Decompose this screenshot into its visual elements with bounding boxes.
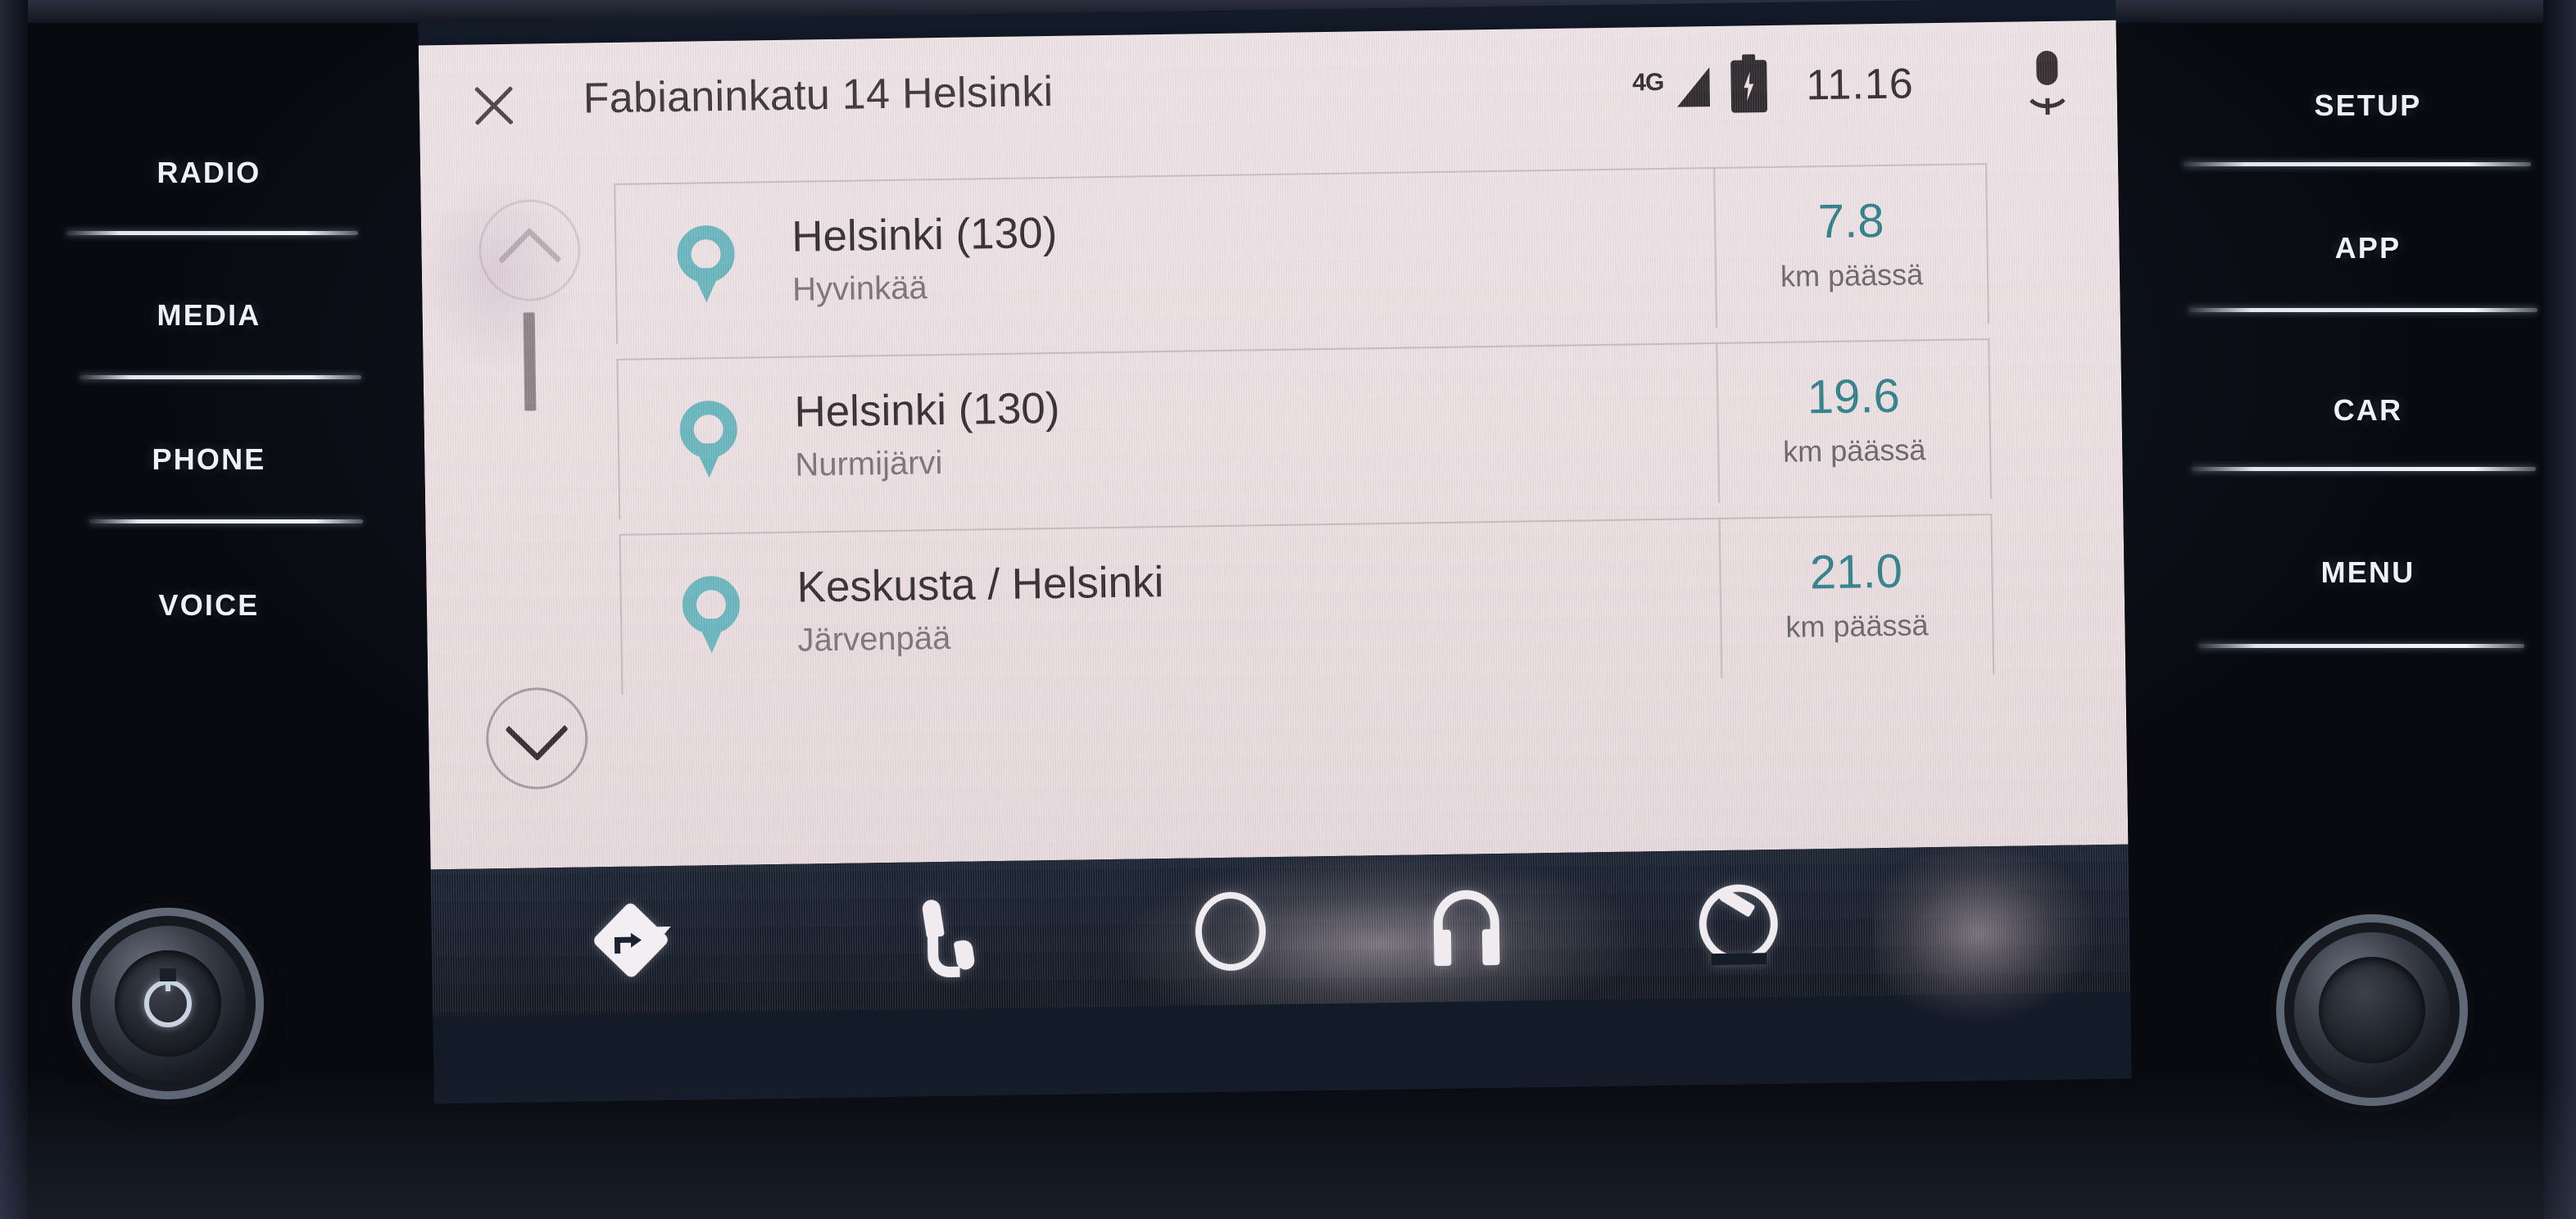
headphones-icon[interactable]	[1404, 879, 1529, 976]
home-circle-glyph	[1195, 891, 1267, 972]
hardkey-car[interactable]: CAR	[2184, 393, 2552, 428]
results-list: Helsinki (130) Hyvinkää 7.8 km päässä He…	[614, 163, 1997, 867]
map-pin-tip	[690, 267, 723, 303]
table-row[interactable]: Keskusta / Helsinki Järvenpää 21.0 km pä…	[619, 514, 1995, 695]
result-distance-value: 7.8	[1817, 193, 1884, 249]
result-distance-unit: km päässä	[1782, 433, 1926, 469]
power-icon	[144, 968, 192, 1027]
infotainment-screen: Fabianinkatu 14 Helsinki 4G 11.16 Helsin…	[418, 0, 2132, 1104]
charging-bolt-icon	[1740, 71, 1757, 101]
result-locality: Hyvinkää	[791, 269, 928, 308]
hardkey-separator	[2198, 644, 2524, 648]
hardkey-separator	[2188, 308, 2537, 312]
destination-results-panel: Fabianinkatu 14 Helsinki 4G 11.16 Helsin…	[418, 20, 2129, 870]
hardkey-voice[interactable]: VOICE	[37, 588, 381, 623]
microphone-icon[interactable]	[2022, 50, 2073, 115]
clock-label: 11.16	[1805, 60, 1915, 110]
bezel-bottom-glow	[0, 1072, 2576, 1219]
knob-inner	[115, 950, 221, 1057]
turn-arrow-glyph	[615, 931, 642, 953]
map-pin-icon	[682, 575, 741, 654]
gauge-glyph	[1698, 883, 1779, 966]
row-text-block: Helsinki (130) Hyvinkää	[791, 202, 1716, 308]
panel-title: Fabianinkatu 14 Helsinki	[583, 67, 1054, 123]
panel-header: Fabianinkatu 14 Helsinki 4G 11.16	[419, 20, 2118, 170]
chevron-up-icon[interactable]	[478, 198, 582, 302]
hardkey-separator	[89, 519, 363, 523]
chevron-down-icon[interactable]	[485, 687, 589, 791]
scroll-rail	[466, 180, 607, 868]
result-distance-cell: 7.8 km päässä	[1713, 165, 1988, 328]
knob-inner	[2319, 957, 2425, 1063]
microphone-stem	[2045, 97, 2050, 115]
chevron-down-icon[interactable]	[644, 926, 671, 942]
navigation-diamond-icon[interactable]	[569, 892, 693, 989]
close-icon[interactable]	[468, 80, 519, 132]
headphones-glyph	[1426, 889, 1506, 967]
result-name: Helsinki (130)	[794, 384, 1060, 437]
result-distance-unit: km päässä	[1780, 257, 1924, 293]
signal-triangle-icon	[1676, 67, 1710, 107]
result-distance-cell: 19.6 km päässä	[1716, 340, 1991, 503]
gauge-icon[interactable]	[1676, 876, 1801, 972]
headphone-cup-right	[1481, 928, 1500, 966]
turn-arrow-head	[630, 932, 642, 948]
result-locality: Järvenpää	[797, 619, 951, 659]
result-locality: Nurmijärvi	[795, 444, 943, 483]
hardkey-setup[interactable]: SETUP	[2184, 88, 2552, 123]
car-dashboard: RADIO MEDIA PHONE VOICE SETUP APP CAR ME…	[0, 0, 2576, 1219]
network-type-label: 4G	[1632, 68, 1664, 97]
hardkey-radio[interactable]: RADIO	[37, 156, 381, 190]
hardkey-app[interactable]: APP	[2184, 231, 2552, 265]
chevron-down-glyph	[505, 697, 569, 762]
hardkey-separator	[2184, 162, 2531, 166]
hardkey-separator	[79, 375, 361, 379]
gauge-gap	[1711, 953, 1767, 966]
map-pin-icon	[677, 224, 736, 303]
hardkey-menu[interactable]: MENU	[2184, 555, 2552, 590]
table-row[interactable]: Helsinki (130) Nurmijärvi 19.6 km päässä	[616, 338, 1993, 519]
phone-handset-icon[interactable]	[890, 887, 1014, 984]
chevron-up-glyph	[497, 227, 562, 292]
result-name: Helsinki (130)	[791, 209, 1058, 262]
bottom-nav-bar	[430, 844, 2131, 1017]
table-row[interactable]: Helsinki (130) Hyvinkää 7.8 km päässä	[614, 163, 1989, 344]
hardkey-phone[interactable]: PHONE	[37, 442, 381, 477]
hardkey-media[interactable]: MEDIA	[37, 298, 381, 333]
row-text-block: Keskusta / Helsinki Järvenpää	[796, 552, 1721, 659]
result-name: Keskusta / Helsinki	[796, 558, 1164, 613]
map-pin-tip	[696, 618, 728, 654]
right-hardkey-column: SETUP APP CAR MENU	[2184, 0, 2552, 885]
hardkey-separator	[66, 231, 358, 235]
map-pin-tip	[692, 442, 725, 478]
phone-handset-glyph	[918, 897, 985, 978]
result-distance-value: 19.6	[1807, 369, 1901, 424]
row-text-block: Helsinki (130) Nurmijärvi	[794, 377, 1718, 483]
hardkey-separator	[2192, 467, 2536, 471]
headphone-cup-left	[1433, 929, 1452, 967]
volume-power-knob[interactable]	[90, 926, 246, 1081]
scrollbar-thumb[interactable]	[523, 312, 537, 411]
power-icon-mask	[160, 968, 176, 981]
result-distance-cell: 21.0 km päässä	[1718, 515, 1993, 678]
battery-charging-icon	[1730, 60, 1767, 113]
status-bar: 4G 11.16	[1632, 50, 2073, 120]
map-pin-icon	[679, 400, 738, 478]
left-hardkey-column: RADIO MEDIA PHONE VOICE	[37, 0, 381, 885]
result-distance-value: 21.0	[1809, 544, 1903, 600]
bezel-left	[0, 0, 28, 1219]
result-distance-unit: km päässä	[1785, 608, 1929, 644]
tune-knob[interactable]	[2294, 932, 2450, 1088]
home-circle-icon[interactable]	[1168, 883, 1293, 980]
